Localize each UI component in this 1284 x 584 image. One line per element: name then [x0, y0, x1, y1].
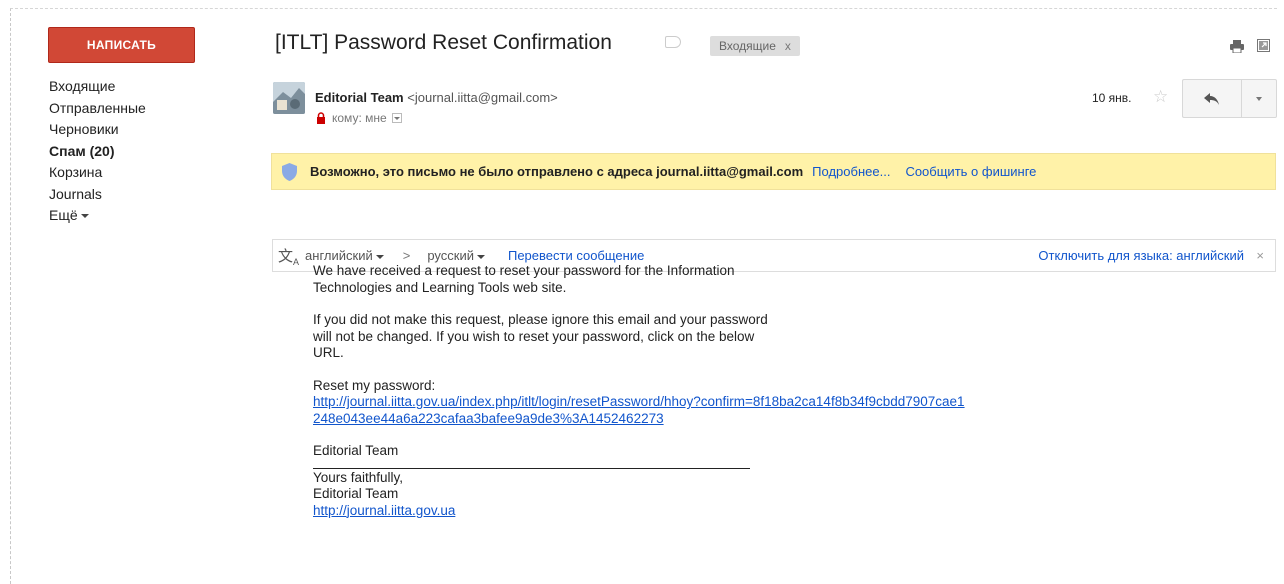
details-dropdown-icon[interactable]	[391, 113, 402, 123]
sidebar-item-inbox[interactable]: Входящие	[49, 76, 249, 98]
inbox-label-text: Входящие	[719, 39, 776, 53]
sidebar-nav: Входящие Отправленные Черновики Спам (20…	[49, 76, 249, 227]
journal-site-link[interactable]: http://journal.iitta.gov.ua	[313, 503, 455, 518]
message-date: 10 янв.	[1092, 91, 1132, 105]
body-line: Technologies and Learning Tools web site…	[313, 279, 567, 295]
reply-icon	[1204, 92, 1219, 105]
star-icon[interactable]: ☆	[1153, 87, 1168, 107]
message-body: We have received a request to reset your…	[313, 263, 1213, 519]
source-language-select[interactable]: английский	[305, 248, 384, 263]
chevron-down-icon	[80, 214, 89, 219]
close-translate-icon[interactable]: ×	[1256, 248, 1264, 263]
source-language-label: английский	[305, 248, 373, 263]
reset-password-link[interactable]: http://journal.iitta.gov.ua/index.php/it…	[313, 394, 965, 409]
signature-divider	[313, 467, 750, 469]
avatar	[273, 82, 305, 114]
signature-line: Editorial Team	[313, 486, 399, 501]
message-subject: [ITLT] Password Reset Confirmation	[275, 31, 612, 54]
sender-email: <journal.iitta@gmail.com>	[407, 90, 558, 105]
reset-password-link-cont[interactable]: 248e043ee44a6a223cafaa3bafee9a9de3%3A145…	[313, 411, 664, 426]
phishing-warning-banner: Возможно, это письмо не было отправлено …	[271, 153, 1276, 190]
sidebar-item-more[interactable]: Ещё	[49, 205, 249, 227]
body-line: If you did not make this request, please…	[313, 312, 768, 327]
sender-name[interactable]: Editorial Team	[315, 90, 404, 105]
body-line: URL.	[313, 345, 344, 360]
report-phishing-link[interactable]: Сообщить о фишинге	[905, 164, 1036, 179]
target-language-select[interactable]: русский	[427, 248, 485, 263]
recipient-text: кому: мне	[332, 111, 387, 125]
recipient-row: кому: мне	[316, 111, 402, 125]
lock-icon	[317, 112, 325, 124]
new-window-icon[interactable]	[1257, 39, 1270, 52]
remove-label-button[interactable]: x	[785, 39, 791, 53]
sidebar-item-drafts[interactable]: Черновики	[49, 119, 249, 141]
more-actions-button[interactable]	[1241, 79, 1277, 118]
learn-more-link[interactable]: Подробнее...	[812, 164, 890, 179]
body-line: We have received a request to reset your…	[313, 263, 735, 278]
disable-translation-link[interactable]: Отключить для языка: английский	[1038, 248, 1244, 263]
translate-message-link[interactable]: Перевести сообщение	[508, 248, 644, 263]
signature-line: Yours faithfully,	[313, 469, 404, 485]
body-line: will not be changed. If you wish to rese…	[313, 328, 755, 344]
sidebar-item-trash[interactable]: Корзина	[49, 162, 249, 184]
sidebar-item-spam[interactable]: Спам (20)	[49, 141, 249, 163]
signoff: Editorial Team	[313, 443, 399, 458]
chevron-down-icon	[476, 254, 485, 259]
shield-icon	[282, 162, 297, 181]
chevron-down-icon	[1256, 96, 1262, 101]
sidebar-item-sent[interactable]: Отправленные	[49, 98, 249, 120]
sidebar-item-journals[interactable]: Journals	[49, 184, 249, 206]
reset-label: Reset my password:	[313, 377, 436, 393]
chevron-down-icon	[375, 254, 384, 259]
inbox-label-chip[interactable]: Входящие x	[710, 36, 800, 56]
compose-button[interactable]: НАПИСАТЬ	[48, 27, 195, 63]
warning-text: Возможно, это письмо не было отправлено …	[310, 164, 804, 179]
target-language-label: русский	[427, 248, 474, 263]
translate-arrow: >	[402, 248, 411, 263]
label-icon[interactable]	[665, 36, 681, 48]
sender-info: Editorial Team <journal.iitta@gmail.com>	[315, 90, 558, 105]
print-icon[interactable]	[1230, 40, 1244, 53]
translate-icon: 文A	[278, 247, 300, 267]
reply-button[interactable]	[1182, 79, 1241, 118]
sidebar-item-more-label: Ещё	[49, 207, 78, 223]
